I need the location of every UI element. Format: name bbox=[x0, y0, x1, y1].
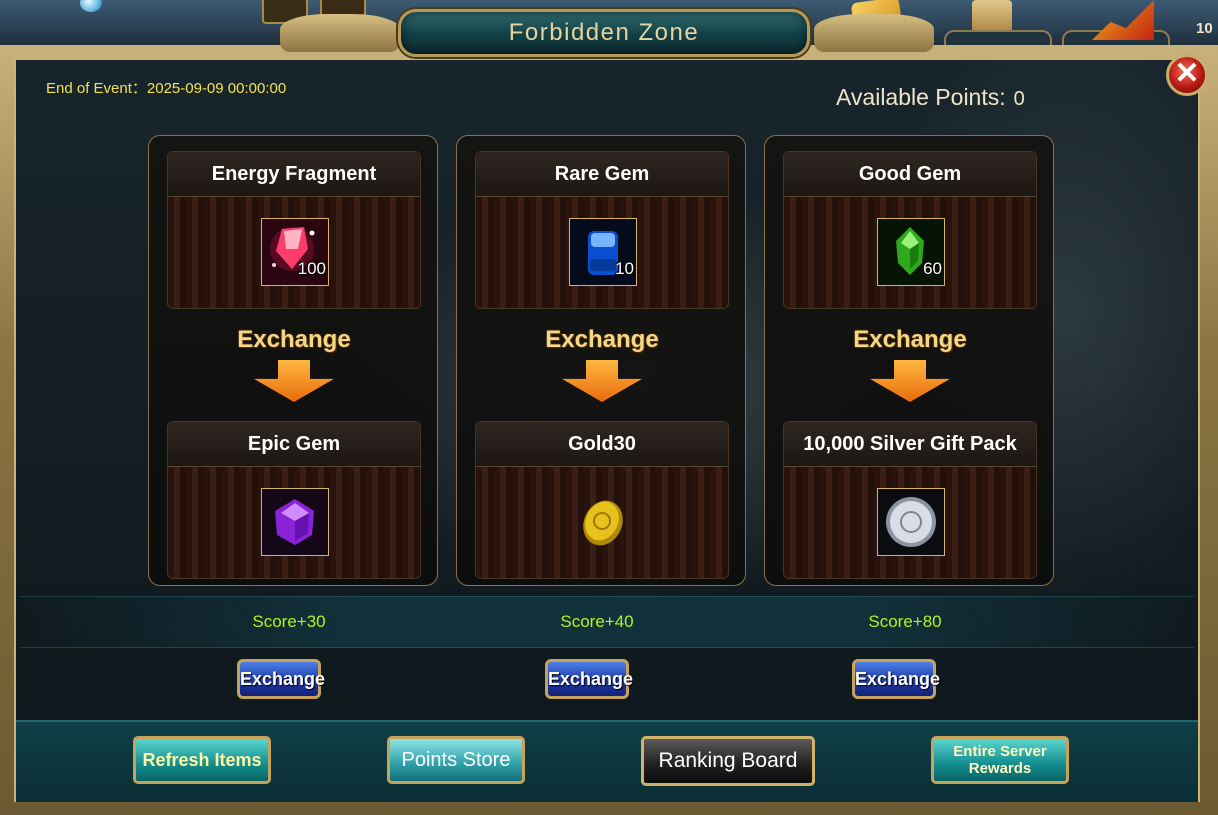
scroll-icon[interactable] bbox=[972, 0, 1012, 34]
growth-chart-icon[interactable] bbox=[1092, 0, 1154, 40]
close-icon[interactable]: ✕ bbox=[1166, 54, 1208, 96]
event-end-time: End of Event：2025-09-09 00:00:00 bbox=[46, 80, 287, 97]
down-arrow-icon bbox=[254, 360, 334, 402]
reward-item-name: Epic Gem bbox=[168, 422, 420, 467]
title-ornament-left bbox=[280, 14, 400, 52]
reward-slot: Gold30 bbox=[475, 421, 729, 579]
cost-slot: Good Gem 60 bbox=[783, 151, 1037, 309]
good-gem-icon[interactable]: 60 bbox=[877, 218, 945, 286]
points-store-button[interactable]: Points Store bbox=[387, 736, 525, 784]
epic-gem-icon[interactable] bbox=[261, 488, 329, 556]
exchange-label: Exchange bbox=[545, 326, 659, 353]
reward-slot: 10,000 Silver Gift Pack bbox=[783, 421, 1037, 579]
score-reward: Score+80 bbox=[868, 612, 942, 631]
rare-gem-icon[interactable]: 10 bbox=[569, 218, 637, 286]
hud-corner-number: 10 bbox=[1196, 20, 1213, 37]
reward-item-name: Gold30 bbox=[476, 422, 728, 467]
cost-quantity: 100 bbox=[297, 259, 326, 278]
exchange-card-rare-gem: Rare Gem 10 Exchange Gold30 bbox=[456, 135, 746, 586]
entire-server-rewards-button[interactable]: Entire Server Rewards bbox=[931, 736, 1069, 784]
cost-item-name: Rare Gem bbox=[476, 152, 728, 197]
exchange-label: Exchange bbox=[237, 326, 351, 353]
exchange-button[interactable]: Exchange bbox=[545, 659, 633, 699]
exchange-card-energy-fragment: Energy Fragment 100 Exchange Epic Gem bbox=[148, 135, 438, 586]
refresh-items-button[interactable]: Refresh Items bbox=[133, 736, 271, 784]
dialog-title: Forbidden Zone bbox=[398, 9, 810, 57]
cost-item-name: Energy Fragment bbox=[168, 152, 420, 197]
available-points-value: 0 bbox=[1013, 88, 1025, 110]
exchange-label: Exchange bbox=[853, 326, 967, 353]
score-reward: Score+30 bbox=[252, 612, 326, 631]
entire-server-label-line1: Entire Server bbox=[953, 743, 1047, 760]
down-arrow-icon bbox=[870, 360, 950, 402]
down-arrow-icon bbox=[562, 360, 642, 402]
gem-currency-icon bbox=[80, 0, 102, 12]
cost-item-name: Good Gem bbox=[784, 152, 1036, 197]
exchange-button[interactable]: Exchange bbox=[852, 659, 940, 699]
cost-slot: Energy Fragment 100 bbox=[167, 151, 421, 309]
energy-fragment-icon[interactable]: 100 bbox=[261, 218, 329, 286]
gold-coin-icon[interactable] bbox=[569, 488, 637, 556]
title-ornament-right bbox=[814, 14, 934, 52]
ranking-board-button[interactable]: Ranking Board bbox=[641, 736, 815, 786]
cost-quantity: 60 bbox=[923, 259, 942, 278]
available-points: Available Points: 0 bbox=[836, 84, 1025, 111]
exchange-card-good-gem: Good Gem 60 Exchange 10,000 Silver Gift … bbox=[764, 135, 1054, 586]
silver-coin-icon[interactable] bbox=[877, 488, 945, 556]
available-points-label: Available Points: bbox=[836, 84, 1006, 110]
score-reward: Score+40 bbox=[560, 612, 634, 631]
exchange-button[interactable]: Exchange bbox=[237, 659, 325, 699]
cost-slot: Rare Gem 10 bbox=[475, 151, 729, 309]
reward-item-name: 10,000 Silver Gift Pack bbox=[784, 422, 1036, 467]
reward-slot: Epic Gem bbox=[167, 421, 421, 579]
entire-server-label-line2: Rewards bbox=[968, 760, 1032, 777]
cost-quantity: 10 bbox=[615, 259, 634, 278]
